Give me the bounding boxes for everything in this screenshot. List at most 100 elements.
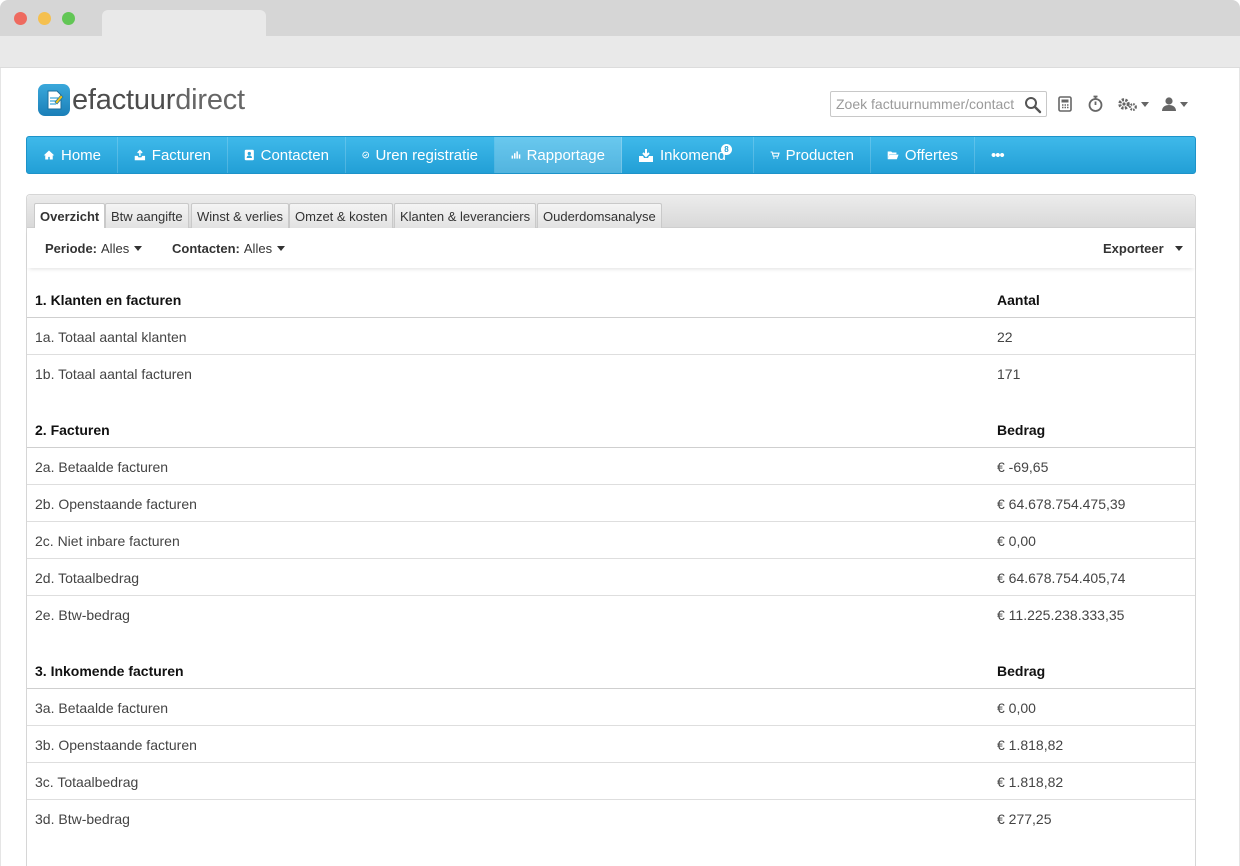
nav-more[interactable]: ••• — [975, 137, 1020, 173]
nav-contacten[interactable]: Contacten — [228, 137, 346, 173]
main-navbar: Home Facturen Contacten Uren registratie… — [26, 136, 1196, 174]
browser-toolbar — [0, 36, 1240, 68]
export-dropdown[interactable]: Exporteer — [1103, 241, 1183, 256]
periode-filter-label: Periode: — [45, 241, 98, 256]
chevron-down-icon — [1141, 101, 1149, 107]
section-header: 1. Klanten en facturen Aantal — [27, 281, 1195, 318]
chevron-down-icon — [134, 246, 143, 251]
section-facturen: 2. Facturen Bedrag 2a. Betaalde facturen… — [27, 411, 1195, 633]
browser-window: efactuurdirect Home Facturen — [0, 0, 1240, 866]
tab-overzicht[interactable]: Overzicht — [34, 203, 106, 229]
nav-offertes-label: Offertes — [904, 146, 958, 164]
section-inkomende-facturen: 3. Inkomende facturen Bedrag 3a. Betaald… — [27, 652, 1195, 837]
user-icon — [1162, 97, 1176, 111]
tab-winst-verlies[interactable]: Winst & verlies — [191, 203, 289, 228]
table-row: 3a. Betaalde facturen € 0,00 — [27, 689, 1195, 726]
contact-card-icon — [244, 149, 254, 161]
logo-text-part1: efactuur — [72, 83, 176, 116]
close-window-button[interactable] — [14, 12, 27, 25]
home-icon — [43, 150, 55, 160]
table-row: 3d. Btw-bedrag € 277,25 — [27, 800, 1195, 837]
row-value: 22 — [997, 329, 1013, 345]
row-label: 3c. Totaalbedrag — [35, 774, 139, 790]
nav-rapportage[interactable]: Rapportage — [495, 137, 622, 173]
bar-chart-icon — [511, 151, 521, 159]
table-row: 3c. Totaalbedrag € 1.818,82 — [27, 763, 1195, 800]
section-column-header: Aantal — [997, 292, 1040, 308]
inbox-download-icon — [639, 148, 653, 162]
settings-menu[interactable] — [1117, 95, 1149, 113]
notification-badge: 8 — [721, 144, 732, 155]
table-row: 1b. Totaal aantal facturen 171 — [27, 355, 1195, 392]
tab-klanten-leveranciers[interactable]: Klanten & leveranciers — [394, 203, 537, 228]
row-value: € 1.818,82 — [997, 774, 1064, 790]
browser-titlebar — [0, 0, 1240, 37]
section-header: 2. Facturen Bedrag — [27, 411, 1195, 448]
nav-uren-registratie-label: Uren registratie — [375, 146, 478, 164]
nav-facturen-label: Facturen — [151, 146, 211, 164]
nav-facturen[interactable]: Facturen — [118, 137, 228, 173]
row-value: € 0,00 — [997, 700, 1036, 716]
nav-rapportage-label: Rapportage — [526, 146, 605, 164]
section-title: 1. Klanten en facturen — [35, 292, 182, 308]
nav-producten[interactable]: Producten — [754, 137, 871, 173]
maximize-window-button[interactable] — [62, 12, 75, 25]
section-klanten-facturen: 1. Klanten en facturen Aantal 1a. Totaal… — [27, 281, 1195, 392]
periode-filter[interactable]: Periode: Alles — [45, 241, 143, 256]
row-value: € 64.678.754.475,39 — [997, 496, 1126, 512]
row-value: € 0,00 — [997, 533, 1036, 549]
row-value: € 11.225.238.333,35 — [997, 607, 1125, 623]
calculator-icon[interactable] — [1058, 95, 1072, 113]
filter-bar: Periode: Alles Contacten: Alles Exportee… — [27, 228, 1195, 268]
section-title: 2. Facturen — [35, 422, 110, 438]
section-column-header: Bedrag — [997, 663, 1046, 679]
tab-omzet-kosten[interactable]: Omzet & kosten — [289, 203, 394, 228]
stopwatch-icon[interactable] — [1087, 95, 1104, 113]
row-label: 2b. Openstaande facturen — [35, 496, 197, 512]
cart-icon — [770, 151, 780, 159]
logo-icon — [38, 84, 70, 116]
table-row: 2c. Niet inbare facturen € 0,00 — [27, 522, 1195, 559]
nav-offertes[interactable]: Offertes — [871, 137, 975, 173]
row-value: € 277,25 — [997, 811, 1052, 827]
table-row: 2b. Openstaande facturen € 64.678.754.47… — [27, 485, 1195, 522]
inbox-upload-icon — [134, 149, 146, 160]
tab-btw-aangifte[interactable]: Btw aangifte — [105, 203, 189, 228]
nav-inkomend[interactable]: Inkomend 8 — [622, 137, 754, 173]
search-icon[interactable] — [1024, 96, 1042, 114]
logo-text-part2: direct — [175, 83, 245, 116]
search-input[interactable] — [831, 92, 1021, 116]
table-row: 2d. Totaalbedrag € 64.678.754.405,74 — [27, 559, 1195, 596]
row-label: 3a. Betaalde facturen — [35, 700, 169, 716]
section-header: 3. Inkomende facturen Bedrag — [27, 652, 1195, 689]
row-label: 2e. Btw-bedrag — [35, 607, 130, 623]
nav-inkomend-label: Inkomend — [660, 146, 726, 164]
table-row: 1a. Totaal aantal klanten 22 — [27, 318, 1195, 355]
chevron-down-icon — [1180, 101, 1188, 107]
tab-ouderdomsanalyse[interactable]: Ouderdomsanalyse — [537, 203, 662, 228]
report-panel: Overzicht Btw aangifte Winst & verlies O… — [26, 194, 1196, 866]
user-menu[interactable] — [1161, 95, 1188, 113]
row-label: 2a. Betaalde facturen — [35, 459, 169, 475]
row-value: € 1.818,82 — [997, 737, 1064, 753]
nav-contacten-label: Contacten — [260, 146, 329, 164]
contacten-filter[interactable]: Contacten: Alles — [172, 241, 286, 256]
search-box — [830, 91, 1047, 117]
window-border-left — [0, 68, 1, 866]
chevron-down-icon — [277, 246, 286, 251]
table-row: 2a. Betaalde facturen € -69,65 — [27, 448, 1195, 485]
export-label: Exporteer — [1103, 241, 1164, 256]
nav-producten-label: Producten — [785, 146, 854, 164]
brand-logo[interactable]: efactuurdirect — [38, 82, 245, 118]
periode-filter-value: Alles — [101, 241, 130, 256]
nav-home[interactable]: Home — [27, 137, 118, 173]
row-value: € 64.678.754.405,74 — [997, 570, 1126, 586]
section-column-header: Bedrag — [997, 422, 1046, 438]
browser-tab[interactable] — [102, 10, 266, 37]
row-value: € -69,65 — [997, 459, 1049, 475]
nav-uren-registratie[interactable]: Uren registratie — [346, 137, 495, 173]
row-label: 1a. Totaal aantal klanten — [35, 329, 187, 345]
clock-check-icon — [362, 151, 370, 159]
row-value: 171 — [997, 366, 1021, 382]
minimize-window-button[interactable] — [38, 12, 51, 25]
